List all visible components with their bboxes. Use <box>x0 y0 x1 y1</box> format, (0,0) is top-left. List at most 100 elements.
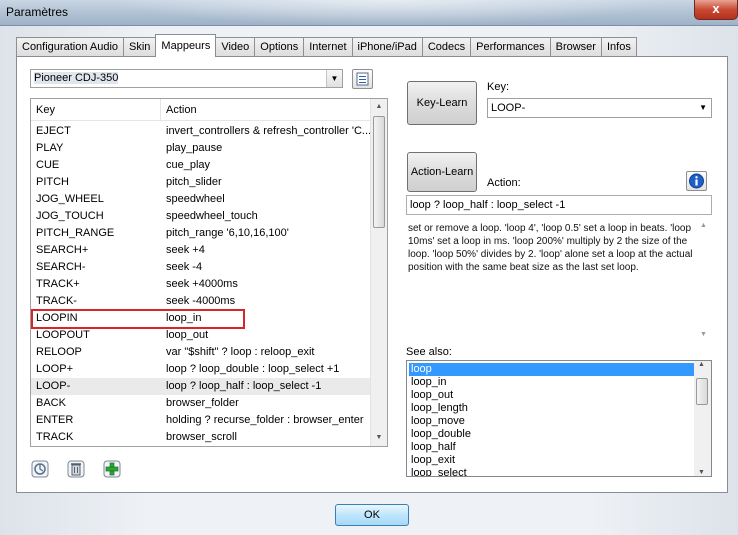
row-key: ENTER <box>36 414 74 426</box>
delete-button[interactable] <box>65 458 87 480</box>
list-item[interactable]: loop_double <box>409 428 697 441</box>
row-key: PLAY <box>36 142 64 154</box>
row-action: pitch_range '6,10,16,100' <box>166 227 289 239</box>
mapping-list[interactable]: Key Action EJECT invert_controllers & ref… <box>30 98 388 447</box>
row-key: LOOPOUT <box>36 329 90 341</box>
action-learn-button[interactable]: Action-Learn <box>407 152 477 192</box>
table-row[interactable]: PLAY play_pause <box>31 140 371 157</box>
scroll-up-icon[interactable]: ▲ <box>698 361 705 368</box>
tab-skin[interactable]: Skin <box>123 37 157 57</box>
close-button[interactable]: x <box>694 0 738 20</box>
table-row[interactable]: LOOPOUT loop_out <box>31 327 371 344</box>
scrollbar-thumb[interactable] <box>696 378 708 405</box>
column-header-action[interactable]: Action <box>166 104 197 116</box>
row-action: var "$shift" ? loop : reloop_exit <box>166 346 315 358</box>
tab-codecs[interactable]: Codecs <box>421 37 472 57</box>
row-action: seek -4 <box>166 261 203 273</box>
scroll-up-icon[interactable]: ▲ <box>371 99 387 115</box>
plus-icon <box>103 460 121 478</box>
list-item[interactable]: loop_in <box>409 376 697 389</box>
title-bar[interactable]: Paramètres x <box>0 0 738 26</box>
tab-mappeurs[interactable]: Mappeurs <box>155 34 217 57</box>
tab-video[interactable]: Video <box>215 37 256 57</box>
trash-icon <box>67 460 85 478</box>
tab-browser[interactable]: Browser <box>549 37 602 57</box>
table-row[interactable]: SEARCH+ seek +4 <box>31 242 371 259</box>
tab-iphone-ipad[interactable]: iPhone/iPad <box>351 37 423 57</box>
table-row[interactable]: RELOOP var "$shift" ? loop : reloop_exit <box>31 344 371 361</box>
table-row[interactable]: LOOP-loop ? loop_half : loop_select -1 <box>31 378 371 395</box>
action-input[interactable]: loop ? loop_half : loop_select -1 <box>406 195 712 215</box>
row-key: CUE <box>36 159 60 171</box>
row-key: TRACK- <box>36 295 77 307</box>
see-also-list[interactable]: loop loop_in loop_out loop_length loop_move l… <box>406 360 712 477</box>
tab-infos[interactable]: Infos <box>600 37 637 57</box>
list-item[interactable]: loop_half <box>409 441 697 454</box>
device-select[interactable]: Pioneer CDJ-350 ▼ <box>30 69 343 88</box>
row-action: pitch_slider <box>166 176 222 188</box>
window-title: Paramètres <box>6 5 69 19</box>
table-row[interactable]: EJECT invert_controllers & refresh_contro… <box>31 123 371 140</box>
table-row[interactable]: ENTER holding ? recurse_folder : browser_… <box>31 412 371 429</box>
device-list-button[interactable] <box>352 69 373 89</box>
table-row[interactable]: TRACK-seek -4000ms <box>31 293 371 310</box>
scroll-down-icon[interactable]: ▼ <box>371 430 387 446</box>
row-action: browser_scroll <box>166 431 237 443</box>
tab-internet[interactable]: Internet <box>303 37 353 57</box>
scroll-down-icon[interactable]: ▼ <box>700 331 707 338</box>
row-key: JOG_WHEEL <box>36 193 104 205</box>
action-description: set or remove a loop. 'loop 4', 'loop 0.… <box>408 223 693 273</box>
tab-configuration-audio[interactable]: Configuration Audio <box>16 37 125 57</box>
table-row[interactable]: CUE cue_play <box>31 157 371 174</box>
scroll-up-icon[interactable]: ▲ <box>700 222 707 229</box>
list-item[interactable]: loop_move <box>409 415 697 428</box>
row-action: speedwheel_touch <box>166 210 258 222</box>
row-key: TRACK+ <box>36 278 80 290</box>
list-item[interactable]: loop_select <box>409 467 697 476</box>
row-key: SEARCH+ <box>36 244 89 256</box>
row-key: SEARCH- <box>36 261 86 273</box>
table-row[interactable]: SEARCH-seek -4 <box>31 259 371 276</box>
row-action: seek -4000ms <box>166 295 236 307</box>
table-row[interactable]: BACK browser_folder <box>31 395 371 412</box>
row-action: cue_play <box>166 159 211 171</box>
list-item[interactable]: loop_exit <box>409 454 697 467</box>
table-row[interactable]: TRACK+ seek +4000ms <box>31 276 371 293</box>
table-row[interactable]: PITCH_RANGE pitch_range '6,10,16,100' <box>31 225 371 242</box>
row-action: browser_folder <box>166 397 239 409</box>
key-learn-button[interactable]: Key-Learn <box>407 81 477 125</box>
row-action: loop_out <box>166 329 209 341</box>
table-row[interactable]: PITCH pitch_slider <box>31 174 371 191</box>
device-select-value: Pioneer CDJ-350 <box>34 72 119 84</box>
ok-button[interactable]: OK <box>335 504 409 526</box>
import-button[interactable] <box>29 458 51 480</box>
table-row[interactable]: JOG_TOUCH speedwheel_touch <box>31 208 371 225</box>
list-header: Key Action <box>31 99 371 121</box>
list-item[interactable]: loop_length <box>409 402 697 415</box>
scrollbar-thumb[interactable] <box>373 116 385 228</box>
description-scrollbar[interactable]: ▲ ▼ <box>697 220 712 340</box>
add-button[interactable] <box>101 458 123 480</box>
title-glow <box>110 0 670 26</box>
table-row[interactable]: LOOP+ loop ? loop_double : loop_select +1 <box>31 361 371 378</box>
row-key: BACK <box>36 397 66 409</box>
list-item[interactable]: loop_out <box>409 389 697 402</box>
scroll-down-icon[interactable]: ▼ <box>698 469 705 476</box>
row-action: holding ? recurse_folder : browser_enter <box>166 414 364 426</box>
tab-options[interactable]: Options <box>254 37 305 57</box>
row-action: speedwheel <box>166 193 225 205</box>
row-key: RELOOP <box>36 346 82 358</box>
info-button[interactable] <box>686 171 707 191</box>
table-row[interactable]: JOG_WHEEL speedwheel <box>31 191 371 208</box>
table-row[interactable]: TRACK browser_scroll <box>31 429 371 446</box>
list-item[interactable]: loop <box>409 363 697 376</box>
row-key: EJECT <box>36 125 71 137</box>
mapping-scrollbar[interactable]: ▲ ▼ <box>370 99 387 446</box>
row-action: seek +4 <box>166 244 205 256</box>
tab-performances[interactable]: Performances <box>470 37 551 57</box>
chevron-down-icon: ▼ <box>699 103 707 112</box>
key-select[interactable]: LOOP- ▼ <box>487 98 712 118</box>
see-also-scrollbar[interactable]: ▲ ▼ <box>694 361 711 476</box>
column-header-key[interactable]: Key <box>36 104 55 116</box>
row-action: invert_controllers & refresh_controller … <box>166 125 372 137</box>
